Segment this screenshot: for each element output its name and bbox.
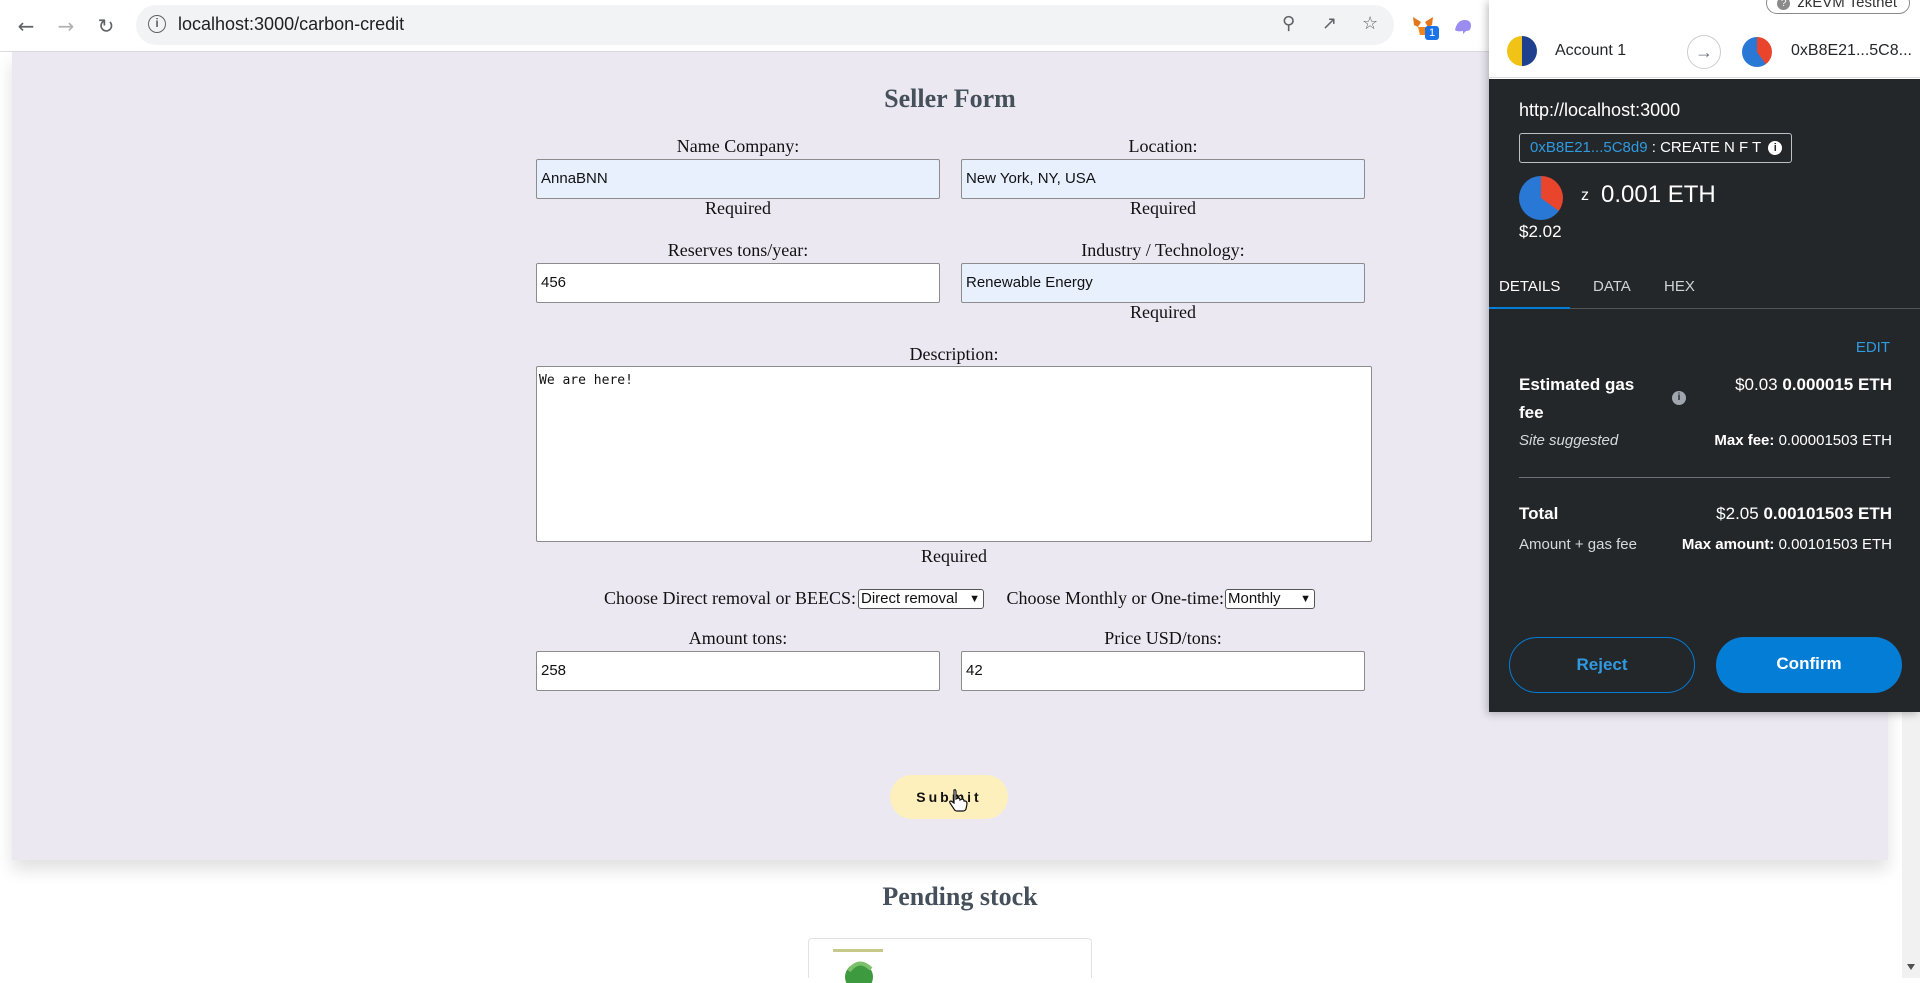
name-company-label: Name Company: bbox=[676, 136, 800, 156]
max-amount: Max amount: 0.00101503 ETH bbox=[1682, 536, 1892, 553]
removal-type-value: Direct removal bbox=[861, 590, 958, 607]
recipient-avatar bbox=[1742, 37, 1772, 67]
description-required: Required bbox=[921, 546, 987, 566]
account-avatar bbox=[1507, 36, 1537, 66]
divider bbox=[1519, 477, 1890, 478]
metamask-popup: ? zkEVM Testnet Account 1 → 0xB8E21...5C… bbox=[1489, 0, 1920, 712]
transaction-summary: http://localhost:3000 0xB8E21...5C8d9 : … bbox=[1489, 79, 1920, 267]
industry-required: Required bbox=[1130, 302, 1196, 322]
name-company-required: Required bbox=[705, 198, 771, 218]
site-suggested: Site suggested bbox=[1519, 432, 1619, 449]
network-help-icon: ? bbox=[1777, 0, 1791, 10]
transaction-amount-usd: $2.02 bbox=[1519, 222, 1562, 241]
amount-input[interactable]: 258 bbox=[536, 651, 940, 691]
gas-fee-label-line2: fee bbox=[1519, 403, 1544, 422]
name-company-input[interactable]: AnnaBNN bbox=[536, 159, 940, 199]
description-label: Description: bbox=[909, 344, 999, 364]
recipient-address[interactable]: 0xB8E21...5C8... bbox=[1791, 42, 1912, 60]
info-icon[interactable]: i bbox=[1768, 141, 1783, 155]
share-icon[interactable]: ↗ bbox=[1322, 13, 1337, 34]
price-label: Price USD/tons: bbox=[1104, 628, 1222, 648]
confirm-button[interactable]: Confirm bbox=[1716, 637, 1902, 693]
chevron-down-icon: ▼ bbox=[969, 593, 980, 605]
tab-data[interactable]: DATA bbox=[1583, 267, 1641, 309]
frequency-select[interactable]: Monthly ▼ bbox=[1225, 589, 1315, 609]
max-fee: Max fee: 0.00001503 ETH bbox=[1714, 432, 1892, 449]
arrow-right-icon: → bbox=[1687, 35, 1721, 69]
location-required: Required bbox=[1130, 198, 1196, 218]
tab-details[interactable]: DETAILS bbox=[1489, 267, 1571, 309]
total-amount: $2.05 0.00101503 ETH bbox=[1716, 504, 1892, 524]
industry-input[interactable]: Renewable Energy bbox=[961, 263, 1365, 303]
edit-gas-link[interactable]: EDIT bbox=[1856, 339, 1890, 356]
chevron-down-icon: ▼ bbox=[1300, 593, 1311, 605]
amount-label: Amount tons: bbox=[688, 628, 788, 648]
details-tabs: DETAILS DATA HEX bbox=[1489, 267, 1920, 309]
reload-icon[interactable]: ↻ bbox=[92, 12, 120, 40]
origin-url: http://localhost:3000 bbox=[1519, 100, 1681, 120]
extension-icon[interactable] bbox=[1451, 14, 1475, 38]
gas-info-icon[interactable]: i bbox=[1672, 391, 1686, 405]
gas-fee-usd: $0.03 bbox=[1735, 375, 1778, 394]
removal-type-label: Choose Direct removal or BEECS: bbox=[604, 588, 856, 608]
price-input[interactable]: 42 bbox=[961, 651, 1365, 691]
account-bar: Account 1 → 0xB8E21...5C8... bbox=[1489, 26, 1920, 78]
method-pill: 0xB8E21...5C8d9 : CREATE N F T i bbox=[1519, 133, 1793, 163]
token-symbol: z bbox=[1581, 187, 1589, 204]
location-label: Location: bbox=[1128, 136, 1198, 156]
scroll-down-icon[interactable] bbox=[1907, 964, 1915, 970]
method-name: : CREATE N F T bbox=[1651, 139, 1762, 156]
pending-stock-title: Pending stock bbox=[882, 882, 1038, 911]
site-info-icon[interactable]: i bbox=[148, 15, 166, 33]
gas-fee-label: Estimated gas bbox=[1519, 375, 1635, 394]
tab-hex[interactable]: HEX bbox=[1654, 267, 1705, 309]
industry-label: Industry / Technology: bbox=[1081, 240, 1245, 260]
network-name: zkEVM Testnet bbox=[1797, 0, 1897, 11]
account-name: Account 1 bbox=[1555, 42, 1627, 59]
total-sub-label: Amount + gas fee bbox=[1519, 536, 1637, 553]
bookmark-star-icon[interactable]: ☆ bbox=[1362, 13, 1378, 34]
network-selector[interactable]: ? zkEVM Testnet bbox=[1766, 0, 1910, 14]
hand-cursor-icon bbox=[949, 789, 968, 812]
contract-address-link[interactable]: 0xB8E21...5C8d9 bbox=[1530, 139, 1648, 156]
max-fee-value: 0.00001503 ETH bbox=[1778, 432, 1892, 449]
token-avatar bbox=[1519, 176, 1563, 220]
total-usd: $2.05 bbox=[1716, 504, 1759, 523]
url-text: localhost:3000/carbon-credit bbox=[178, 14, 405, 34]
reserves-label: Reserves tons/year: bbox=[667, 240, 809, 260]
extension-badge: 1 bbox=[1425, 26, 1439, 40]
zoom-icon[interactable]: ⚲ bbox=[1282, 13, 1295, 34]
location-input[interactable]: New York, NY, USA bbox=[961, 159, 1365, 199]
frequency-label: Choose Monthly or One-time: bbox=[1006, 588, 1224, 608]
max-fee-label: Max fee: bbox=[1714, 432, 1775, 449]
description-textarea[interactable]: We are here! bbox=[536, 366, 1372, 542]
max-amount-label: Max amount: bbox=[1681, 536, 1775, 553]
gas-fee-eth: 0.000015 ETH bbox=[1782, 375, 1892, 394]
transaction-amount: 0.001 ETH bbox=[1601, 181, 1716, 208]
frequency-value: Monthly bbox=[1228, 590, 1281, 607]
address-bar[interactable]: i localhost:3000/carbon-credit ⚲ ↗ ☆ bbox=[136, 5, 1394, 45]
reserves-input[interactable]: 456 bbox=[536, 263, 940, 303]
total-eth: 0.00101503 ETH bbox=[1763, 504, 1892, 523]
pending-stock-card[interactable] bbox=[808, 938, 1092, 983]
gas-fee-amount: $0.03 0.000015 ETH bbox=[1735, 375, 1892, 395]
removal-type-select[interactable]: Direct removal ▼ bbox=[858, 589, 984, 609]
metamask-extension-icon[interactable]: 1 bbox=[1411, 14, 1439, 40]
max-amount-value: 0.00101503 ETH bbox=[1778, 536, 1892, 553]
forward-icon[interactable]: → bbox=[52, 12, 80, 40]
reject-button[interactable]: Reject bbox=[1509, 637, 1695, 693]
total-label: Total bbox=[1519, 504, 1559, 523]
back-icon[interactable]: ← bbox=[12, 12, 40, 40]
